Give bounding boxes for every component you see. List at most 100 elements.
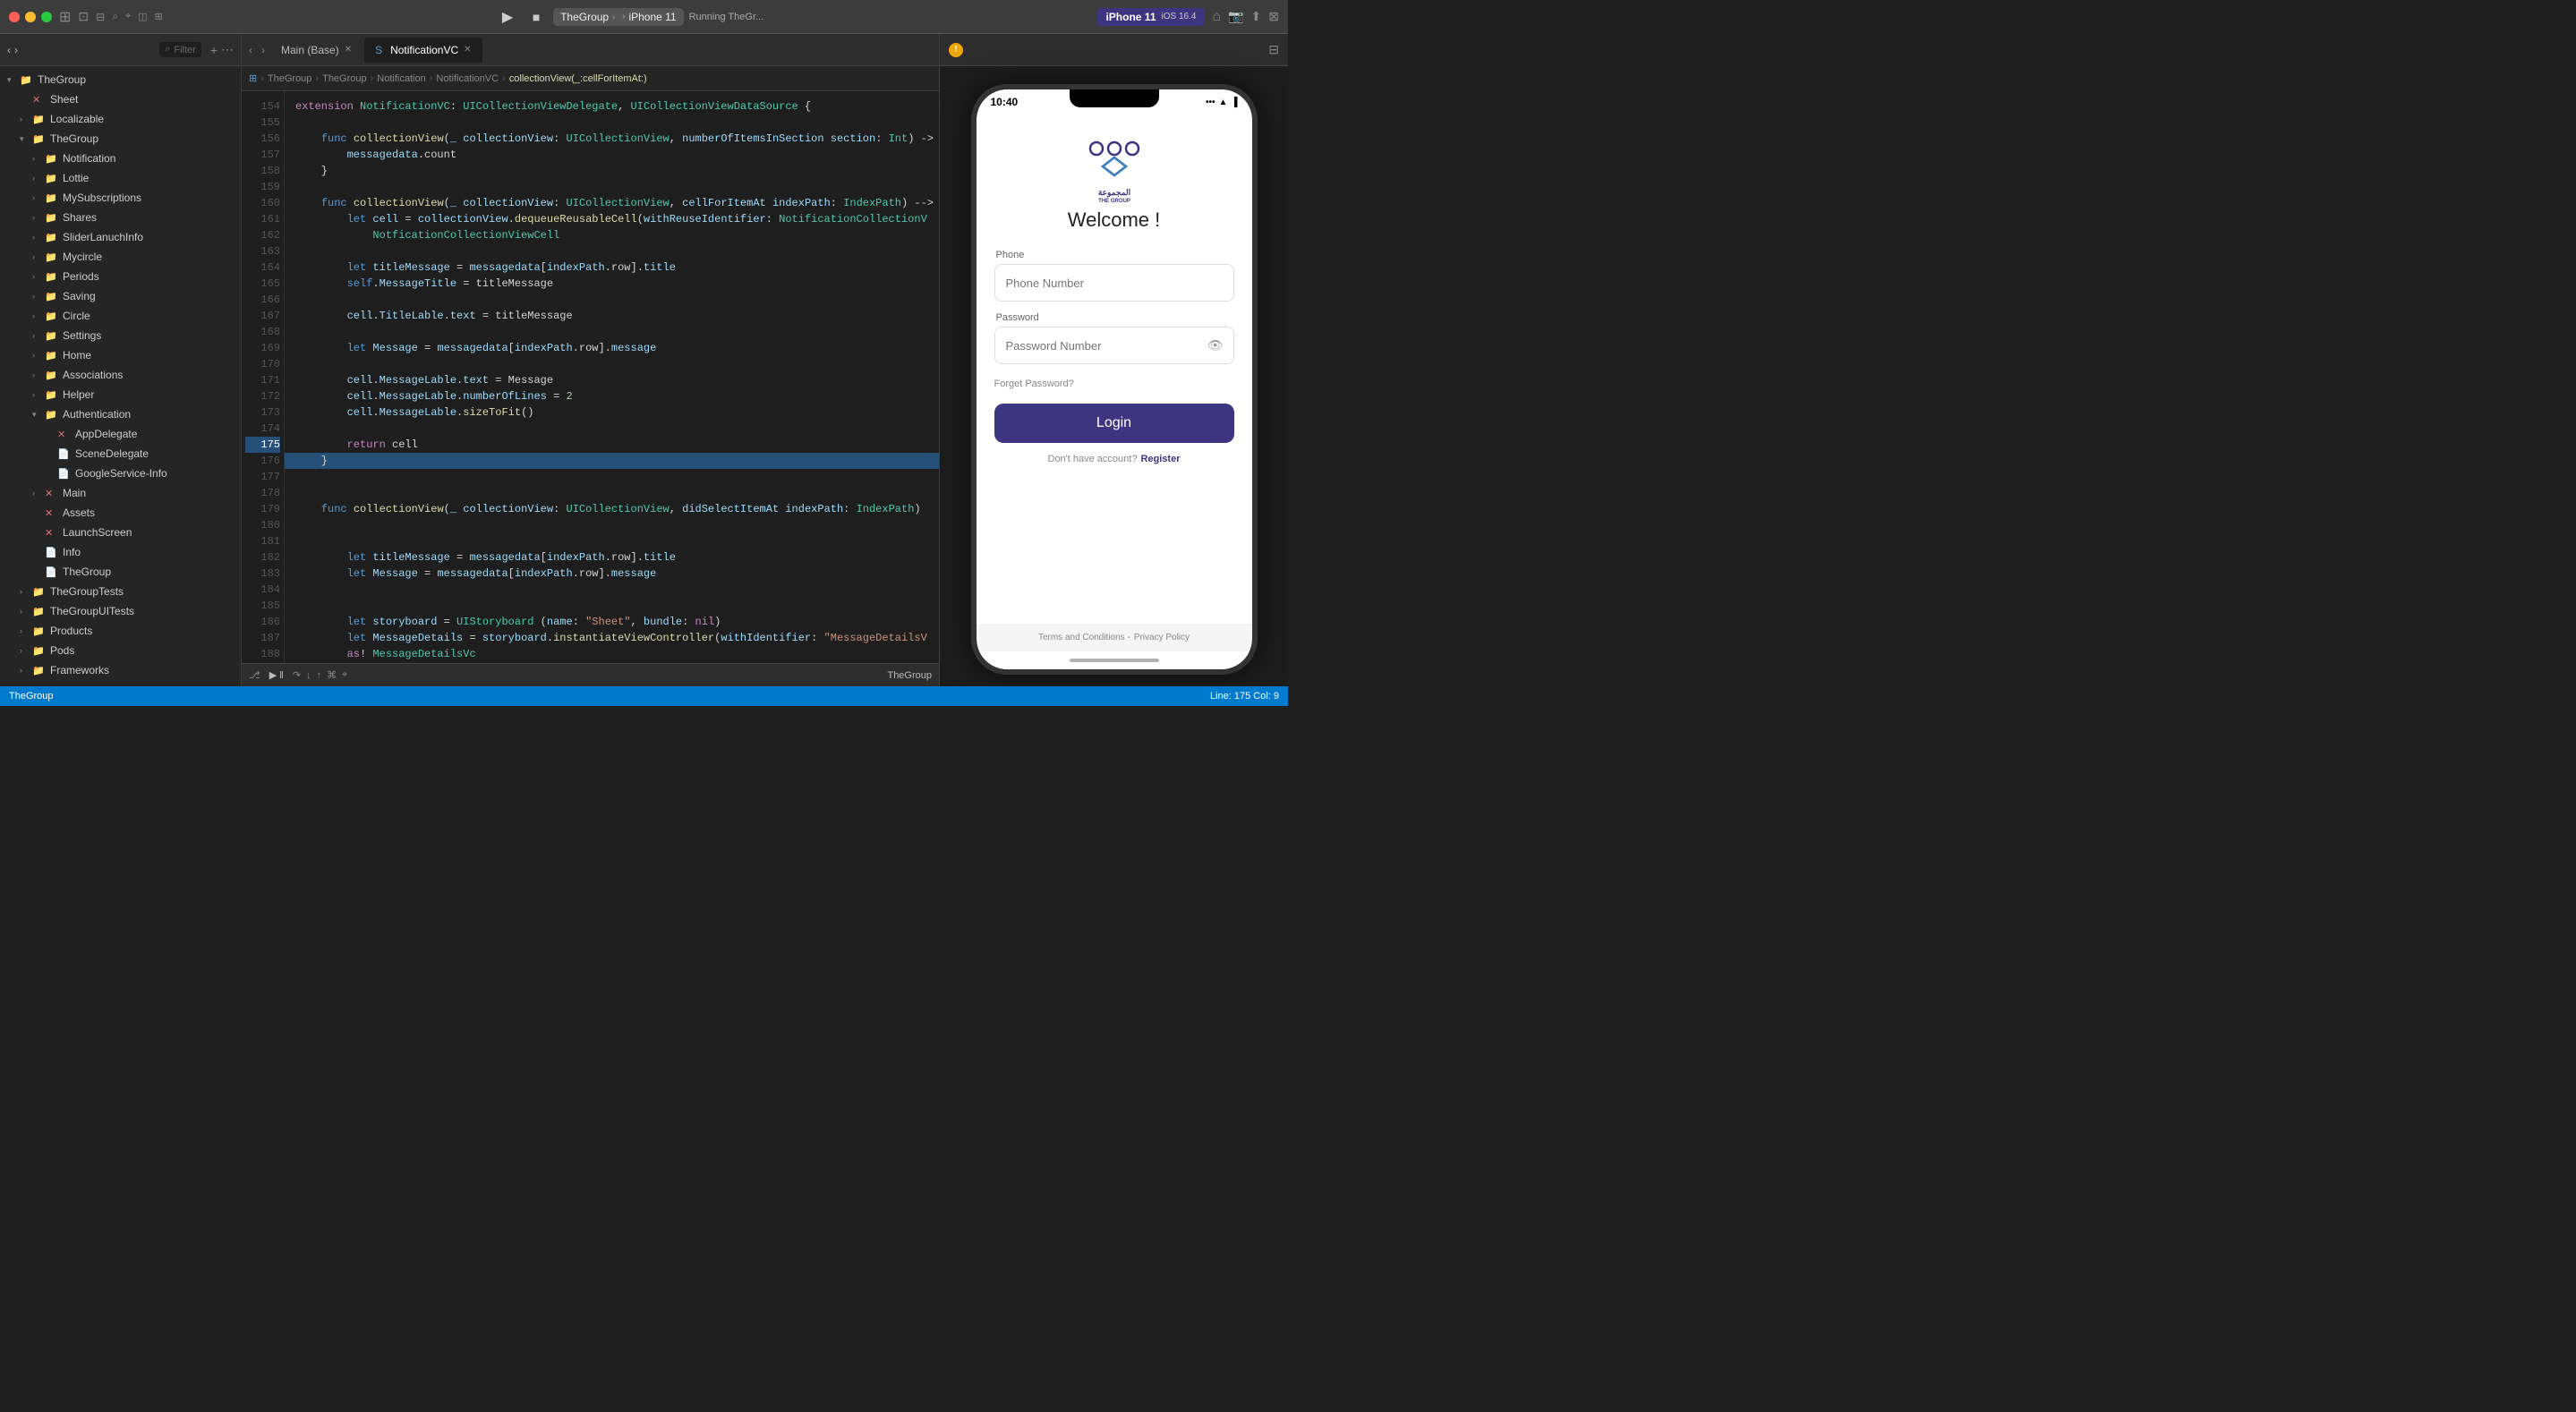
close-button[interactable] bbox=[9, 12, 20, 22]
layout-icon[interactable]: ⊡ bbox=[78, 9, 89, 24]
sidebar-item-label: Lottie bbox=[63, 172, 89, 184]
inspector-toggle-icon[interactable]: ⊟ bbox=[1268, 42, 1279, 57]
register-link[interactable]: Register bbox=[1140, 454, 1180, 464]
search-icon[interactable]: ⌕ bbox=[112, 10, 118, 23]
tab-close-icon[interactable]: ✕ bbox=[345, 45, 352, 55]
sidebar-item-label: Frameworks bbox=[50, 664, 109, 676]
sidebar-item-mysubscriptions[interactable]: › 📁 MySubscriptions bbox=[0, 188, 241, 208]
sidebar-item-main[interactable]: › ✕ Main bbox=[0, 483, 241, 503]
diff-icon[interactable]: ◫ bbox=[138, 11, 147, 22]
minimize-button[interactable] bbox=[25, 12, 36, 22]
sim-ios: iOS 16.4 bbox=[1162, 12, 1197, 21]
add-file-icon[interactable]: + bbox=[210, 43, 218, 57]
sidebar-item-appdelegate[interactable]: ✕ AppDelegate bbox=[0, 424, 241, 444]
step-out-icon[interactable]: ↑ bbox=[316, 670, 321, 681]
sidebar-item-pods[interactable]: › 📁 Pods bbox=[0, 641, 241, 660]
tab-close-icon[interactable]: ✕ bbox=[464, 45, 471, 55]
run-button[interactable]: ▶ bbox=[496, 5, 519, 29]
filter-icon[interactable]: ⌖ bbox=[125, 11, 131, 22]
hierarchy-icon[interactable]: ⊞ bbox=[155, 11, 163, 22]
sidebar-item-saving[interactable]: › 📁 Saving bbox=[0, 286, 241, 306]
top-left: ⊞ ⊡ ⊟ ⌕ ⌖ ◫ ⊞ bbox=[0, 8, 172, 26]
phone-input[interactable] bbox=[994, 264, 1234, 302]
tab-notificationvc[interactable]: S NotificationVC ✕ bbox=[364, 38, 482, 63]
zoom-icon[interactable]: ⊠ bbox=[1268, 9, 1279, 24]
phone-input-group: Phone bbox=[994, 250, 1234, 302]
sidebar-toggle-icon[interactable]: ⊞ bbox=[59, 8, 71, 26]
inspector-icon[interactable]: ⊟ bbox=[96, 11, 105, 23]
breadcrumb-item[interactable]: collectionView(_:cellForItemAt:) bbox=[509, 73, 647, 84]
sidebar-item-authentication[interactable]: ▾ 📁 Authentication bbox=[0, 404, 241, 424]
phone-screen: 10:40 ••• ▲ ▐ bbox=[977, 89, 1252, 669]
breadcrumb-item[interactable]: Notification bbox=[377, 73, 425, 84]
play-pause-btn[interactable]: ▶ ‖ bbox=[266, 668, 287, 683]
editor-area: ‹ › Main (Base) ✕ S NotificationVC ✕ ⊞ ›… bbox=[242, 34, 939, 686]
sidebar-item-scenedelegate[interactable]: 📄 SceneDelegate bbox=[0, 444, 241, 464]
sidebar-item-circle[interactable]: › 📁 Circle bbox=[0, 306, 241, 326]
photo-icon[interactable]: 📷 bbox=[1228, 9, 1243, 24]
sidebar-item-label: Authentication bbox=[63, 408, 131, 421]
sidebar-item-periods[interactable]: › 📁 Periods bbox=[0, 267, 241, 286]
sidebar-item-sheet[interactable]: ✕ Sheet bbox=[0, 89, 241, 109]
running-label: Running TheGr... bbox=[689, 12, 764, 22]
maximize-button[interactable] bbox=[41, 12, 52, 22]
sidebar-item-localizable[interactable]: › 📁 Localizable bbox=[0, 109, 241, 129]
sidebar-item-googleservice[interactable]: 📄 GoogleService-Info bbox=[0, 464, 241, 483]
step-in-icon[interactable]: ↓ bbox=[306, 670, 311, 681]
sidebar-item-thegroup-root[interactable]: ▾ 📁 TheGroup bbox=[0, 70, 241, 89]
sidebar-item-frameworks[interactable]: › 📁 Frameworks bbox=[0, 660, 241, 680]
sidebar-item-info[interactable]: 📄 Info bbox=[0, 542, 241, 562]
filter-input-wrapper[interactable]: ⌕ Filter bbox=[159, 42, 201, 57]
sidebar-item-thegrouptests[interactable]: › 📁 TheGroupTests bbox=[0, 582, 241, 601]
breadcrumb-item[interactable]: TheGroup bbox=[322, 73, 367, 84]
breadcrumb-item[interactable]: NotificationVC bbox=[436, 73, 499, 84]
stop-button[interactable]: ■ bbox=[525, 5, 548, 29]
sort-icon[interactable]: ⋯ bbox=[221, 42, 234, 57]
sidebar-item-helper[interactable]: › 📁 Helper bbox=[0, 385, 241, 404]
sidebar-item-thegroup-file[interactable]: 📄 TheGroup bbox=[0, 562, 241, 582]
login-button[interactable]: Login bbox=[994, 404, 1234, 443]
folder-icon: 📁 bbox=[45, 389, 59, 401]
nav-forward-btn[interactable]: › bbox=[14, 44, 18, 56]
sidebar-item-notification[interactable]: › 📁 Notification bbox=[0, 149, 241, 168]
app-logo: المجموعة THE GROUP bbox=[1079, 132, 1150, 208]
phone-content: المجموعة THE GROUP Welcome ! Phone bbox=[977, 115, 1252, 624]
sidebar-item-assets[interactable]: ✕ Assets bbox=[0, 503, 241, 523]
nav-back-btn[interactable]: ‹ bbox=[7, 44, 11, 56]
sidebar-item-label: Info bbox=[63, 546, 81, 558]
sidebar-item-home[interactable]: › 📁 Home bbox=[0, 345, 241, 365]
password-input[interactable] bbox=[994, 327, 1234, 364]
chevron-down-icon: ▾ bbox=[20, 134, 32, 144]
sidebar-item-products[interactable]: › 📁 Products bbox=[0, 621, 241, 641]
sidebar-item-mycircle[interactable]: › 📁 Mycircle bbox=[0, 247, 241, 267]
privacy-link[interactable]: Privacy Policy bbox=[1134, 633, 1190, 642]
forgot-password-link[interactable]: Forget Password? bbox=[994, 379, 1074, 389]
sidebar-item-associations[interactable]: › 📁 Associations bbox=[0, 365, 241, 385]
eye-icon[interactable]: 👁 bbox=[1207, 338, 1224, 353]
sidebar-item-shares[interactable]: › 📁 Shares bbox=[0, 208, 241, 227]
folder-icon: 📁 bbox=[32, 606, 47, 617]
sidebar-item-thegroupuitests[interactable]: › 📁 TheGroupUITests bbox=[0, 601, 241, 621]
scheme-picker[interactable]: TheGroup › › iPhone 11 bbox=[553, 8, 684, 26]
sidebar-item-settings[interactable]: › 📁 Settings bbox=[0, 326, 241, 345]
tab-main-base[interactable]: Main (Base) ✕ bbox=[270, 38, 363, 63]
terms-link[interactable]: Terms and Conditions - bbox=[1038, 633, 1130, 642]
home-icon[interactable]: ⌂ bbox=[1212, 9, 1221, 25]
sidebar-item-lottie[interactable]: › 📁 Lottie bbox=[0, 168, 241, 188]
breadcrumb-item[interactable]: TheGroup bbox=[268, 73, 312, 84]
debug-icon[interactable]: ⌘ bbox=[327, 669, 337, 681]
chevron-right-icon: › bbox=[32, 370, 45, 379]
nav-forward-btn[interactable]: › bbox=[258, 44, 269, 56]
folder-icon: 📁 bbox=[45, 310, 59, 322]
code-editor[interactable]: 154155156157158 159160161162163 16416516… bbox=[242, 91, 939, 663]
sidebar-item-launchscreen[interactable]: ✕ LaunchScreen bbox=[0, 523, 241, 542]
location-icon[interactable]: ⌖ bbox=[342, 669, 347, 681]
code-content[interactable]: extension NotificationVC: UICollectionVi… bbox=[285, 91, 939, 663]
nav-back-btn[interactable]: ‹ bbox=[245, 44, 256, 56]
step-over-icon[interactable]: ↷ bbox=[293, 669, 301, 681]
sidebar-item-label: Pods bbox=[50, 644, 74, 657]
sidebar-item-sliderlanuchinfo[interactable]: › 📁 SliderLanuchInfo bbox=[0, 227, 241, 247]
sidebar-item-thegroup-group[interactable]: ▾ 📁 TheGroup bbox=[0, 129, 241, 149]
share-icon[interactable]: ⬆ bbox=[1251, 9, 1262, 24]
chevron-down-icon: ▾ bbox=[7, 75, 20, 85]
